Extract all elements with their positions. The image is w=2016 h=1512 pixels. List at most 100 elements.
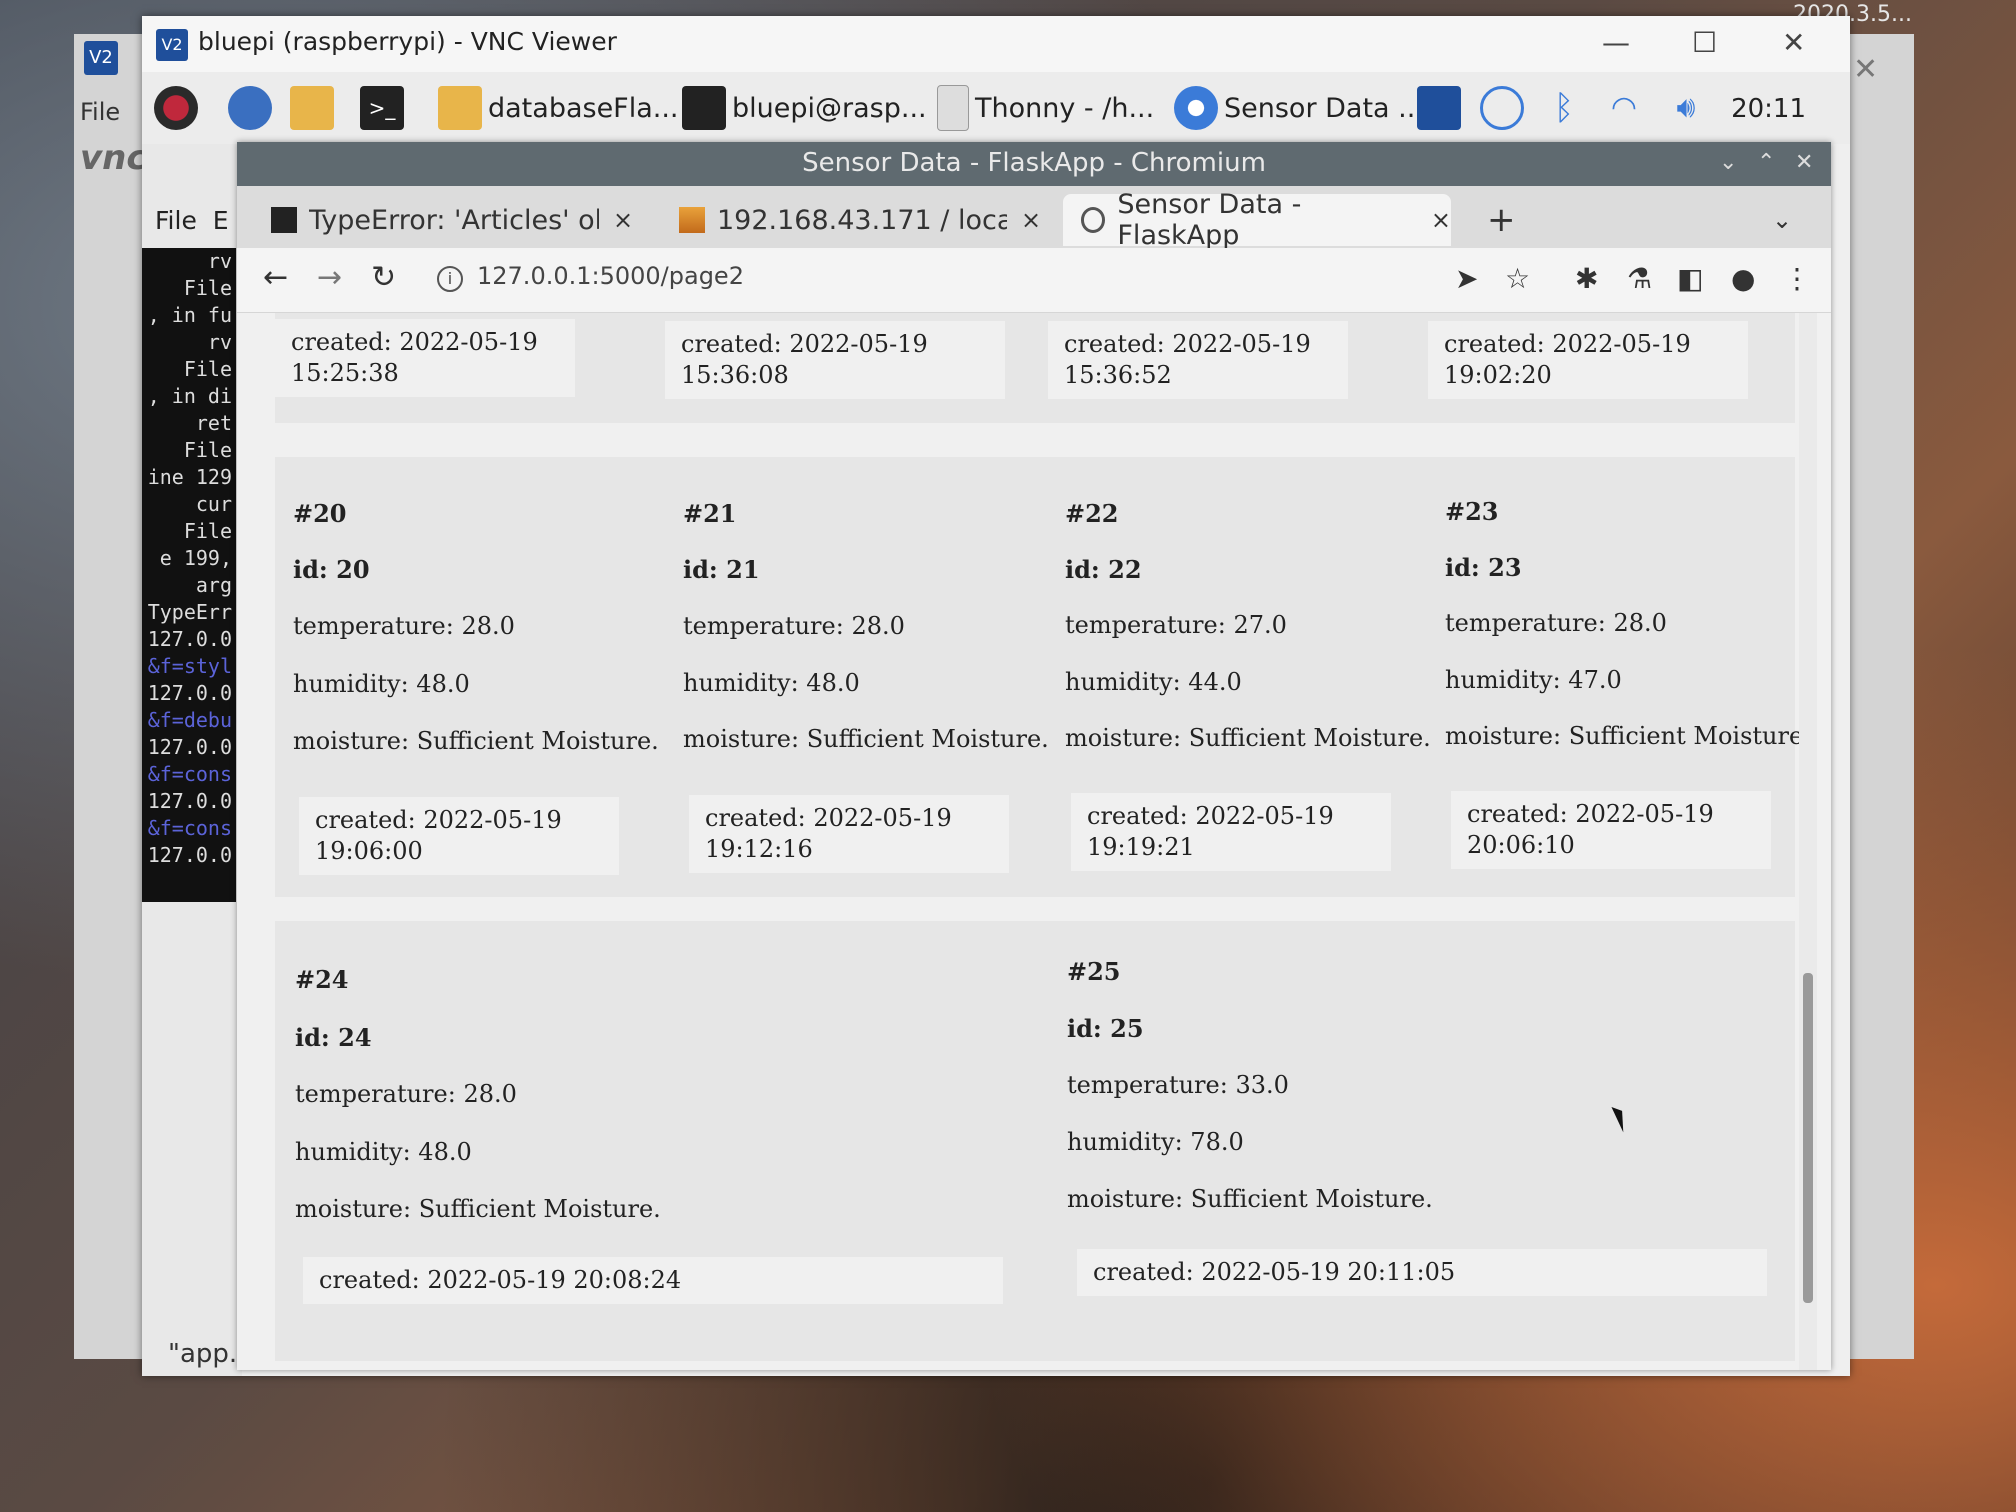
terminal-line: ret: [195, 411, 232, 435]
terminal-line: &f=styl: [147, 654, 232, 678]
card-moisture: moisture: Sufficient Moisture.: [293, 727, 659, 755]
taskbar-item-chromium[interactable]: Sensor Data ...: [1174, 84, 1424, 132]
card-humidity: humidity: 78.0: [1067, 1128, 1244, 1156]
sensor-card: #24 id: 24 temperature: 28.0 humidity: 4…: [295, 921, 1055, 1361]
card-moisture: moisture: Sufficient Moisture.: [295, 1195, 661, 1223]
send-icon[interactable]: ➤: [1455, 262, 1478, 295]
sensor-card: #25 id: 25 temperature: 33.0 humidity: 7…: [1067, 921, 1807, 1361]
terminal-line: 127.0.0: [147, 627, 232, 651]
card-moisture: moisture: Sufficient Moisture.: [1067, 1185, 1433, 1213]
card-humidity: humidity: 48.0: [295, 1138, 472, 1166]
side-panel-icon[interactable]: ◧: [1677, 262, 1703, 295]
terminal-line: rv: [207, 330, 232, 354]
tab-close-icon[interactable]: ×: [613, 206, 633, 234]
card-temperature: temperature: 28.0: [1445, 609, 1667, 637]
back-close-icon[interactable]: ✕: [1853, 52, 1878, 87]
reload-icon[interactable]: ↻: [371, 260, 396, 295]
created-box: created: 2022-05-19 20:11:05: [1077, 1249, 1767, 1296]
file-menu[interactable]: File E: [155, 206, 229, 235]
info-icon[interactable]: i: [437, 266, 463, 292]
address-bar[interactable]: i 127.0.0.1:5000/page2: [437, 262, 744, 292]
back-file-menu[interactable]: File: [80, 98, 120, 126]
card-temperature: temperature: 33.0: [1067, 1071, 1289, 1099]
card-number: #24: [295, 965, 349, 994]
back-arrow-icon[interactable]: ←: [263, 260, 288, 295]
chevron-up-icon[interactable]: ⌃: [1757, 150, 1775, 175]
card-temperature: temperature: 28.0: [295, 1080, 517, 1108]
page-scrollbar[interactable]: [1799, 313, 1817, 1370]
tab-close-icon[interactable]: ×: [1021, 206, 1041, 234]
taskbar-item-thonny[interactable]: Thonny - /h...: [937, 84, 1154, 132]
vnc-window-title: bluepi (raspberrypi) - VNC Viewer: [198, 27, 617, 56]
created-box: created: 2022-05-19 19:12:16: [689, 795, 1009, 873]
new-tab-button[interactable]: +: [1487, 194, 1516, 246]
url-text: 127.0.0.1:5000/page2: [477, 262, 744, 290]
vnc-titlebar: V2 bluepi (raspberrypi) - VNC Viewer — ☐…: [142, 16, 1850, 72]
bookmark-star-icon[interactable]: ☆: [1505, 262, 1530, 295]
extensions-icon[interactable]: ✱: [1575, 262, 1598, 295]
taskbar-label: Sensor Data ...: [1224, 92, 1424, 124]
card-row-partial: created: 2022-05-19 15:25:38 created: 20…: [275, 313, 1795, 423]
terminal-line: , in fu: [147, 303, 232, 327]
card-number: #23: [1445, 497, 1499, 526]
tab-phpmyadmin[interactable]: 192.168.43.171 / localhc ×: [679, 194, 1041, 246]
bluetooth-icon[interactable]: ᛒ: [1542, 86, 1586, 130]
card-number: #20: [293, 499, 347, 528]
created-box: created: 2022-05-19 15:36:08: [665, 321, 1005, 399]
tab-typeerror[interactable]: TypeError: 'Articles' objec ×: [271, 194, 633, 246]
vnc-tray-icon[interactable]: [1417, 86, 1461, 130]
maximize-icon[interactable]: ☐: [1692, 26, 1717, 59]
vnc-app-icon: V2: [84, 41, 118, 75]
card-id: id: 24: [295, 1023, 372, 1052]
minimize-icon[interactable]: —: [1602, 26, 1630, 59]
card-id: id: 23: [1445, 553, 1522, 582]
sensor-card: #21 id: 21 temperature: 28.0 humidity: 4…: [683, 457, 1063, 897]
card-row: #20 id: 20 temperature: 28.0 humidity: 4…: [275, 457, 1811, 897]
close-icon[interactable]: ✕: [1795, 150, 1813, 175]
terminal-line: ine 129: [147, 465, 232, 489]
terminal-line: File: [183, 438, 232, 462]
card-number: #21: [683, 499, 737, 528]
terminal-line: arg: [195, 573, 232, 597]
volume-icon[interactable]: 🔊︎: [1664, 86, 1708, 130]
taskbar-item-terminal[interactable]: bluepi@rasp...: [682, 84, 927, 132]
tab-close-icon[interactable]: ×: [1431, 206, 1451, 234]
terminal-line: 127.0.0: [147, 681, 232, 705]
close-icon[interactable]: ✕: [1782, 26, 1805, 59]
wifi-icon[interactable]: ◠: [1602, 86, 1646, 130]
labs-flask-icon[interactable]: ⚗: [1627, 262, 1652, 295]
card-temperature: temperature: 28.0: [683, 612, 905, 640]
forward-arrow-icon[interactable]: →: [317, 260, 342, 295]
taskbar-item-databaseflask[interactable]: databaseFla...: [438, 84, 679, 132]
tab-search-chevron-icon[interactable]: ⌄: [1772, 194, 1792, 246]
file-manager-icon[interactable]: [290, 84, 340, 132]
terminal-line: File: [183, 276, 232, 300]
tab-sensor-data[interactable]: Sensor Data - FlaskApp ×: [1063, 189, 1451, 251]
terminal-line: File: [183, 519, 232, 543]
card-temperature: temperature: 28.0: [293, 612, 515, 640]
pi-taskbar: >_ databaseFla... bluepi@rasp... Thonny …: [142, 72, 1850, 144]
terminal-line: 127.0.0: [147, 843, 232, 867]
card-humidity: humidity: 48.0: [293, 670, 470, 698]
scrollbar-thumb[interactable]: [1803, 973, 1813, 1303]
terminal-line: cur: [195, 492, 232, 516]
sensor-card: #22 id: 22 temperature: 27.0 humidity: 4…: [1065, 457, 1445, 897]
created-box: created: 2022-05-19 19:02:20: [1428, 321, 1748, 399]
terminal-line: 127.0.0: [147, 789, 232, 813]
terminal-line: , in di: [147, 384, 232, 408]
card-id: id: 21: [683, 555, 760, 584]
browser-toolbar: ← → ↻ i 127.0.0.1:5000/page2 ➤ ☆ ✱ ⚗ ◧ ● …: [237, 248, 1831, 313]
kebab-menu-icon[interactable]: ⋮: [1783, 262, 1811, 295]
terminal-line: rv: [207, 249, 232, 273]
chevron-down-icon[interactable]: ⌄: [1719, 150, 1737, 175]
profile-icon[interactable]: ●: [1731, 262, 1755, 295]
tab-label: TypeError: 'Articles' objec: [309, 204, 599, 236]
download-icon[interactable]: [1480, 86, 1524, 130]
browser-globe-icon[interactable]: [228, 84, 278, 132]
raspberry-menu-icon[interactable]: [154, 84, 204, 132]
terminal-icon[interactable]: >_: [360, 84, 410, 132]
tab-label: 192.168.43.171 / localhc: [717, 204, 1007, 236]
taskbar-label: databaseFla...: [488, 92, 679, 124]
vnc-logo: vnc: [80, 138, 147, 178]
chromium-window: Sensor Data - FlaskApp - Chromium ⌄ ⌃ ✕ …: [237, 142, 1831, 1370]
